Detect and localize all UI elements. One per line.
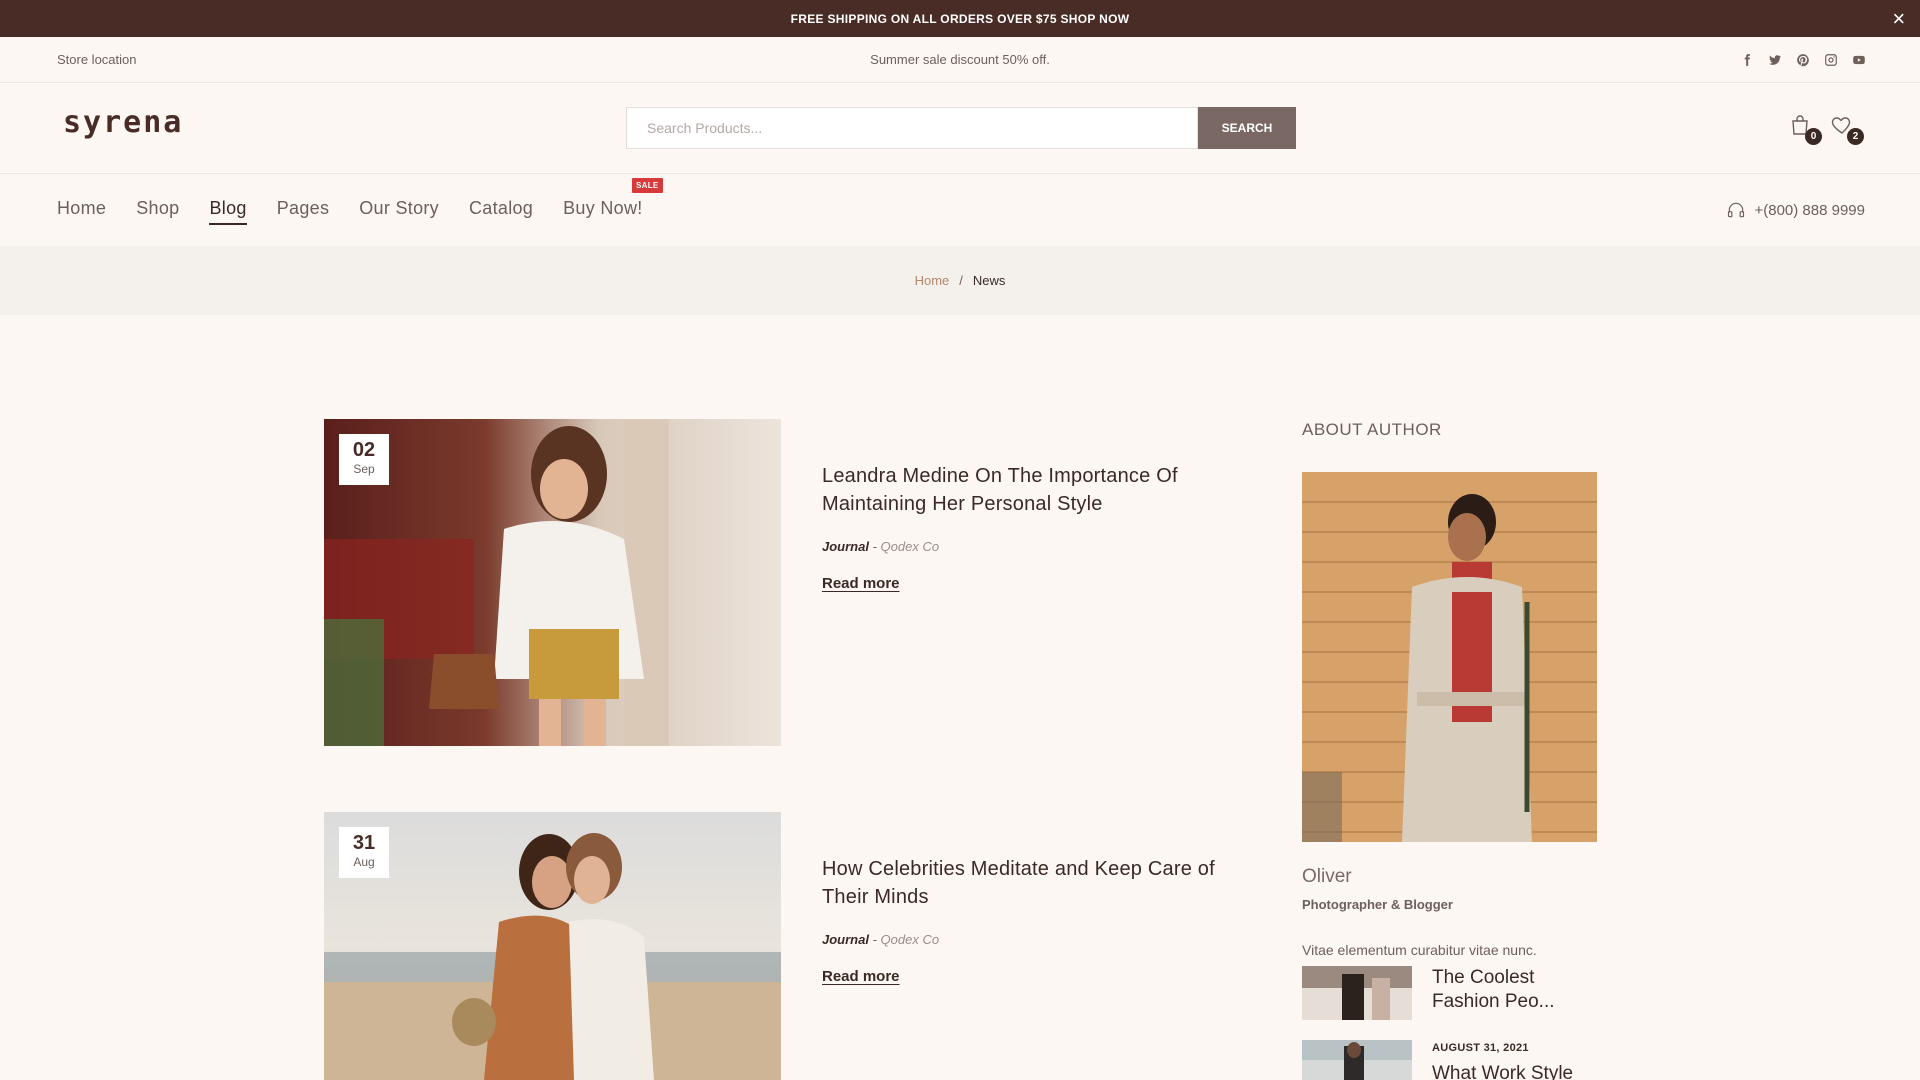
post-meta-1: Journal - Qodex Co [822,539,939,554]
post-meta-2: Journal - Qodex Co [822,932,939,947]
post-photo-two-women-beach [324,812,781,1080]
social-links [1738,51,1868,69]
headset-icon [1728,202,1745,218]
breadcrumb-current: News [972,273,1006,288]
breadcrumb-home-link[interactable]: Home [915,273,950,288]
facebook-icon[interactable] [1738,51,1756,69]
pinterest-icon[interactable] [1794,51,1812,69]
author-name: Oliver [1302,866,1352,887]
post-date-month: Sep [353,462,375,476]
store-location-link[interactable]: Store location [57,52,137,67]
phone-number: +(800) 888 9999 [1754,201,1865,219]
nav-item-our-story[interactable]: Our Story [359,198,439,225]
author-role: Photographer & Blogger [1302,897,1453,912]
recent-post-thumbnail [1302,966,1412,1020]
announcement-text[interactable]: FREE SHIPPING ON ALL ORDERS OVER $75 SHO… [791,12,1130,26]
meta-separator: - [872,539,881,554]
post-category[interactable]: Journal [822,539,869,554]
search-button[interactable]: SEARCH [1198,107,1296,149]
nav-item-buy-now-label: Buy Now! [563,198,643,218]
breadcrumb-separator: / [959,273,963,288]
site-logo[interactable]: syrena [63,105,183,140]
instagram-icon[interactable] [1822,51,1840,69]
phone-contact[interactable]: +(800) 888 9999 [1726,200,1865,220]
recent-post-title[interactable]: The Coolest Fashion Peo... [1432,966,1602,1014]
recent-post-title[interactable]: What Work Style [1432,1062,1602,1080]
wishlist-button[interactable]: 2 [1830,113,1864,145]
meta-separator: - [872,932,881,947]
close-icon[interactable]: × [1884,4,1914,34]
cart-count-badge: 0 [1805,128,1822,145]
post-date-day: 31 [352,832,376,854]
announcement-bar: FREE SHIPPING ON ALL ORDERS OVER $75 SHO… [0,0,1920,37]
post-date-badge: 02 Sep [339,434,389,485]
post-image-1[interactable]: 02 Sep [324,419,781,746]
search-input[interactable] [626,107,1198,149]
post-image-2[interactable]: 31 Aug [324,812,781,1080]
nav-item-shop[interactable]: Shop [136,198,179,225]
post-category[interactable]: Journal [822,932,869,947]
about-author-heading: ABOUT AUTHOR [1302,420,1442,439]
search-form: SEARCH [626,107,1296,149]
post-date-month: Aug [353,855,375,869]
main-nav: Home Shop Blog Pages Our Story Catalog B… [0,174,1920,246]
breadcrumb: Home / News [0,246,1920,315]
nav-item-blog[interactable]: Blog [209,198,247,225]
sale-message: Summer sale discount 50% off. [870,52,1050,67]
twitter-icon[interactable] [1766,51,1784,69]
recent-post-2[interactable]: AUGUST 31, 2021 What Work Style [1302,1040,1602,1080]
post-date-day: 02 [352,439,376,461]
cart-button[interactable]: 0 [1788,113,1822,145]
nav-item-home[interactable]: Home [57,198,106,225]
post-date-badge: 31 Aug [339,827,389,878]
author-bio: Vitae elementum curabitur vitae nunc. [1302,942,1537,958]
nav-item-pages[interactable]: Pages [277,198,330,225]
recent-post-1[interactable]: The Coolest Fashion Peo... [1302,966,1602,1020]
author-portrait-brick-wall [1302,472,1597,842]
post-title-1[interactable]: Leandra Medine On The Importance Of Main… [822,462,1222,518]
info-bar: Store location Summer sale discount 50% … [0,37,1920,83]
author-photo [1302,472,1597,842]
post-author[interactable]: Qodex Co [881,932,940,947]
nav-item-buy-now[interactable]: Buy Now! SALE [563,178,663,225]
read-more-link-2[interactable]: Read more [822,968,900,985]
sale-tag: SALE [632,178,663,193]
post-photo-woman-handbag [324,419,781,746]
read-more-link-1[interactable]: Read more [822,575,900,592]
recent-post-thumbnail [1302,1040,1412,1080]
post-author[interactable]: Qodex Co [881,539,940,554]
recent-post-date: AUGUST 31, 2021 [1432,1042,1529,1054]
nav-item-catalog[interactable]: Catalog [469,198,533,225]
post-title-2[interactable]: How Celebrities Meditate and Keep Care o… [822,855,1222,911]
youtube-icon[interactable] [1850,51,1868,69]
wishlist-count-badge: 2 [1847,128,1864,145]
site-header: syrena SEARCH 0 2 [0,83,1920,174]
